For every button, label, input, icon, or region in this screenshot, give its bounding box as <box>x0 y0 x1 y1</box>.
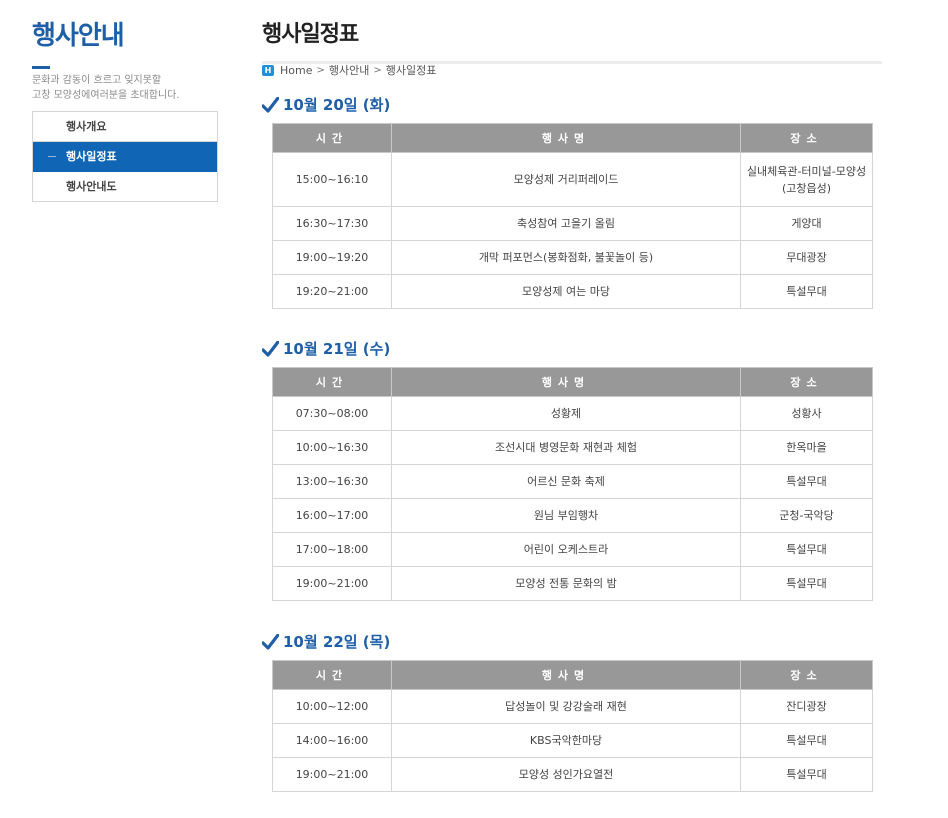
cell-time: 15:00~16:10 <box>272 152 392 207</box>
table-row: 19:00~21:00 모양성 전통 문화의 밤 특설무대 <box>272 566 873 601</box>
breadcrumb-separator: > <box>373 64 382 76</box>
schedule-table-1: 시간 행사명 장소 15:00~16:10 모양성제 거리퍼레이드 실내체육관-… <box>272 123 873 309</box>
schedule-table-3: 시간 행사명 장소 10:00~12:00 답성놀이 및 강강술래 재현 잔디광… <box>272 660 873 792</box>
page-title: 행사일정표 <box>262 22 359 47</box>
day-heading-1: 10월 20일 (화) <box>262 94 390 115</box>
header-place: 장소 <box>740 660 873 690</box>
sidebar-item-map[interactable]: 행사안내도 <box>33 172 217 202</box>
breadcrumb: H Home > 행사안내 > 행사일정표 <box>262 62 436 78</box>
cell-time: 13:00~16:30 <box>272 464 392 499</box>
header-name: 행사명 <box>391 660 741 690</box>
cell-place: 특설무대 <box>740 757 873 792</box>
cell-name: 모양성 성인가요열전 <box>391 757 741 792</box>
cell-time: 19:00~19:20 <box>272 240 392 275</box>
breadcrumb-home[interactable]: Home <box>280 64 312 77</box>
cell-place: 성황사 <box>740 396 873 431</box>
schedule-table-2: 시간 행사명 장소 07:30~08:00 성황제 성황사 10:00~16:3… <box>272 367 873 601</box>
check-icon <box>262 340 279 357</box>
cell-time: 19:20~21:00 <box>272 274 392 309</box>
sidebar-item-label: 행사안내도 <box>66 180 117 193</box>
cell-place: 특설무대 <box>740 464 873 499</box>
home-icon[interactable]: H <box>262 64 274 76</box>
cell-place: 무대광장 <box>740 240 873 275</box>
cell-place: 실내체육관-터미널-모양성(고창읍성) <box>740 152 873 207</box>
table-row: 10:00~12:00 답성놀이 및 강강술래 재현 잔디광장 <box>272 689 873 724</box>
breadcrumb-current: 행사일정표 <box>385 64 437 77</box>
header-place: 장소 <box>740 367 873 397</box>
active-dash <box>48 156 56 157</box>
cell-time: 16:30~17:30 <box>272 206 392 241</box>
sidebar-item-schedule[interactable]: 행사일정표 <box>33 142 217 172</box>
table-header-row: 시간 행사명 장소 <box>272 123 873 153</box>
cell-place: 특설무대 <box>740 532 873 567</box>
cell-name: 조선시대 병영문화 재현과 체험 <box>391 430 741 465</box>
breadcrumb-level1[interactable]: 행사안내 <box>329 62 369 78</box>
sidebar: 행사안내 문화과 감동이 흐르고 잊지못할 고창 모양성에여러분을 초대합니다.… <box>32 18 218 202</box>
table-row: 07:30~08:00 성황제 성황사 <box>272 396 873 431</box>
header-name: 행사명 <box>391 367 741 397</box>
table-row: 14:00~16:00 KBS국악한마당 특설무대 <box>272 723 873 758</box>
cell-place: 특설무대 <box>740 566 873 601</box>
sidebar-item-label: 행사개요 <box>66 120 107 133</box>
header-time: 시간 <box>272 123 392 153</box>
day-heading-3: 10월 22일 (목) <box>262 631 390 652</box>
cell-place: 군청-국악당 <box>740 498 873 533</box>
cell-name: 모양성제 여는 마당 <box>391 274 741 309</box>
cell-name: 어르신 문화 축제 <box>391 464 741 499</box>
sidebar-title: 행사안내 <box>32 21 125 51</box>
table-row: 16:30~17:30 축성참여 고을기 올림 게양대 <box>272 206 873 241</box>
check-icon <box>262 96 279 113</box>
sidebar-item-label: 행사일정표 <box>66 150 117 163</box>
cell-name: 성황제 <box>391 396 741 431</box>
breadcrumb-separator: > <box>316 64 325 76</box>
sidebar-menu: 행사개요 행사일정표 행사안내도 <box>32 111 218 202</box>
cell-name: 모양성 전통 문화의 밤 <box>391 566 741 601</box>
day-heading-label: 10월 22일 (목) <box>283 633 391 651</box>
header-time: 시간 <box>272 660 392 690</box>
table-row: 19:20~21:00 모양성제 여는 마당 특설무대 <box>272 274 873 309</box>
cell-time: 17:00~18:00 <box>272 532 392 567</box>
cell-name: 개막 퍼포먼스(봉화점화, 불꽃놀이 등) <box>391 240 741 275</box>
table-header-row: 시간 행사명 장소 <box>272 660 873 690</box>
cell-place: 특설무대 <box>740 274 873 309</box>
sidebar-description: 문화과 감동이 흐르고 잊지못할 고창 모양성에여러분을 초대합니다. <box>32 75 180 101</box>
table-row: 17:00~18:00 어린이 오케스트라 특설무대 <box>272 532 873 567</box>
table-row: 10:00~16:30 조선시대 병영문화 재현과 체험 한옥마을 <box>272 430 873 465</box>
sidebar-title-underline <box>32 66 50 69</box>
cell-time: 19:00~21:00 <box>272 757 392 792</box>
table-row: 15:00~16:10 모양성제 거리퍼레이드 실내체육관-터미널-모양성(고창… <box>272 152 873 207</box>
cell-name: 답성놀이 및 강강술래 재현 <box>391 689 741 724</box>
cell-name: KBS국악한마당 <box>391 723 741 758</box>
cell-name: 어린이 오케스트라 <box>391 532 741 567</box>
cell-time: 14:00~16:00 <box>272 723 392 758</box>
header-place: 장소 <box>740 123 873 153</box>
header-time: 시간 <box>272 367 392 397</box>
cell-place: 특설무대 <box>740 723 873 758</box>
cell-name: 축성참여 고을기 올림 <box>391 206 741 241</box>
cell-time: 07:30~08:00 <box>272 396 392 431</box>
cell-place: 잔디광장 <box>740 689 873 724</box>
cell-place: 한옥마을 <box>740 430 873 465</box>
check-icon <box>262 633 279 650</box>
header-name: 행사명 <box>391 123 741 153</box>
cell-time: 10:00~16:30 <box>272 430 392 465</box>
sidebar-item-overview[interactable]: 행사개요 <box>33 112 217 142</box>
cell-name: 모양성제 거리퍼레이드 <box>391 152 741 207</box>
table-header-row: 시간 행사명 장소 <box>272 367 873 397</box>
main-content: 행사일정표 H Home > 행사안내 > 행사일정표 10월 20일 (화) … <box>262 18 882 792</box>
cell-time: 16:00~17:00 <box>272 498 392 533</box>
cell-time: 19:00~21:00 <box>272 566 392 601</box>
table-row: 19:00~21:00 모양성 성인가요열전 특설무대 <box>272 757 873 792</box>
cell-name: 원님 부임행차 <box>391 498 741 533</box>
table-row: 16:00~17:00 원님 부임행차 군청-국악당 <box>272 498 873 533</box>
day-heading-label: 10월 21일 (수) <box>283 340 391 358</box>
day-heading-2: 10월 21일 (수) <box>262 338 390 359</box>
cell-place: 게양대 <box>740 206 873 241</box>
table-row: 13:00~16:30 어르신 문화 축제 특설무대 <box>272 464 873 499</box>
day-heading-label: 10월 20일 (화) <box>283 96 391 114</box>
cell-time: 10:00~12:00 <box>272 689 392 724</box>
table-row: 19:00~19:20 개막 퍼포먼스(봉화점화, 불꽃놀이 등) 무대광장 <box>272 240 873 275</box>
